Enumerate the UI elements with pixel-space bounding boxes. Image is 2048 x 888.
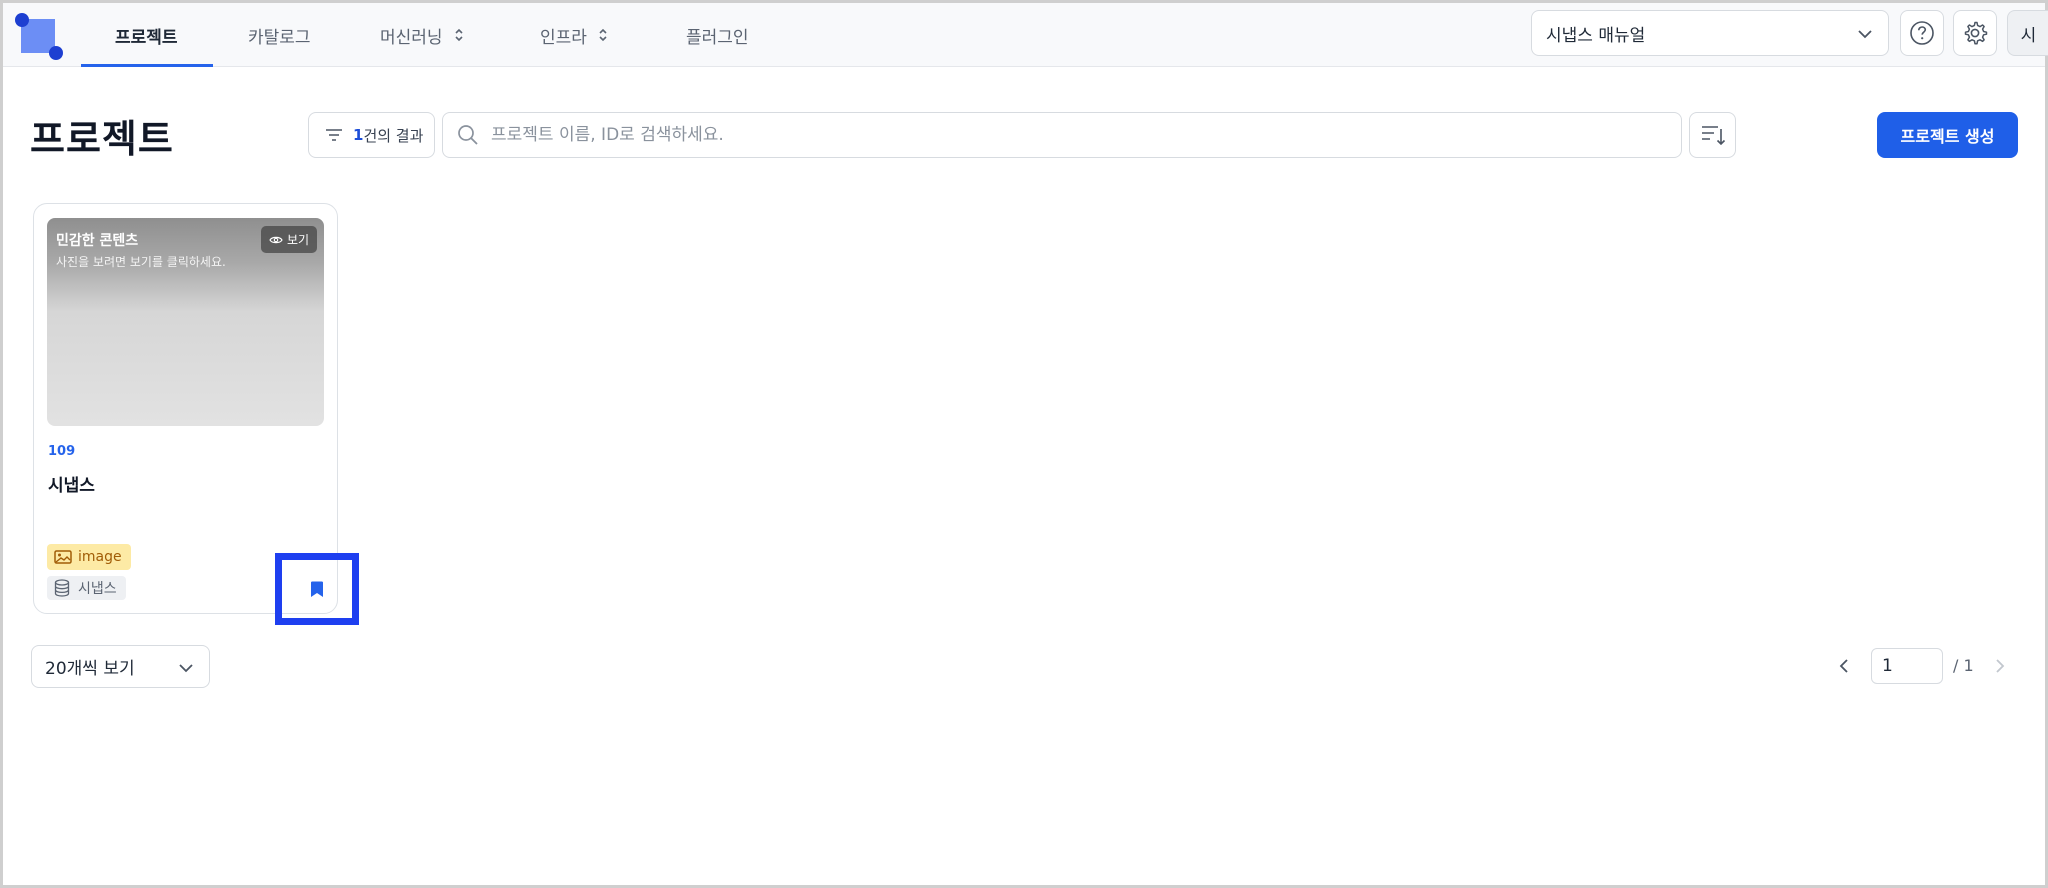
total-pages: / 1 bbox=[1953, 656, 1974, 675]
nav-item-infra[interactable]: 인프라 bbox=[540, 3, 609, 67]
create-project-button[interactable]: 프로젝트 생성 bbox=[1877, 112, 2018, 158]
eye-icon bbox=[269, 236, 283, 243]
filter-icon bbox=[326, 129, 342, 141]
project-id: 109 bbox=[48, 444, 76, 459]
type-tag-label: image bbox=[78, 549, 122, 565]
help-button[interactable] bbox=[1900, 10, 1944, 56]
logo-dot-bottom bbox=[49, 46, 63, 60]
nav-item-plugins[interactable]: 플러그인 bbox=[686, 3, 749, 67]
chevron-right-icon bbox=[1996, 659, 2005, 673]
sensitive-content-hint: 사진을 보려면 보기를 클릭하세요. bbox=[56, 255, 226, 269]
chevron-down-icon bbox=[179, 664, 193, 673]
filter-button[interactable]: 1 건의 결과 bbox=[308, 112, 435, 158]
nav-item-projects[interactable]: 프로젝트 bbox=[115, 3, 178, 67]
nav-item-plugins-label: 플러그인 bbox=[686, 27, 749, 48]
gear-icon bbox=[1964, 21, 1988, 45]
settings-button[interactable] bbox=[1953, 10, 1997, 56]
manual-select[interactable]: 시냅스 매뉴얼 bbox=[1531, 10, 1889, 56]
chevron-down-icon bbox=[1858, 30, 1872, 39]
page-title: 프로젝트 bbox=[30, 117, 174, 161]
top-navigation-bar: 프로젝트 카탈로그 머신러닝 인프라 플러그인 시냅스 매뉴얼 시 bbox=[3, 3, 2048, 67]
bookmark-icon bbox=[311, 581, 323, 597]
image-icon bbox=[54, 550, 72, 564]
search-box[interactable] bbox=[442, 112, 1682, 158]
nav-item-projects-label: 프로젝트 bbox=[115, 27, 178, 48]
page-size-select[interactable]: 20개씩 보기 bbox=[31, 645, 210, 688]
nav-item-machine-learning[interactable]: 머신러닝 bbox=[380, 3, 465, 67]
result-suffix: 건의 결과 bbox=[363, 126, 424, 145]
bookmark-button[interactable] bbox=[275, 553, 359, 625]
view-button[interactable]: 보기 bbox=[261, 226, 317, 253]
dataset-tag-label: 시냅스 bbox=[78, 581, 117, 597]
chevron-up-down-icon bbox=[454, 28, 463, 42]
database-icon bbox=[54, 579, 70, 597]
nav-item-catalog[interactable]: 카탈로그 bbox=[248, 3, 311, 67]
dataset-tag: 시냅스 bbox=[47, 576, 126, 600]
search-input[interactable] bbox=[491, 125, 1641, 145]
avatar-initial: 시 bbox=[2020, 25, 2037, 46]
sensitive-content-title: 민감한 콘텐츠 bbox=[56, 233, 139, 249]
app-logo[interactable] bbox=[15, 13, 63, 60]
chevron-left-icon bbox=[1839, 659, 1848, 673]
type-tag: image bbox=[47, 544, 131, 570]
next-page-button[interactable] bbox=[1988, 652, 2012, 680]
avatar[interactable]: 시 bbox=[2007, 10, 2048, 56]
manual-select-value: 시냅스 매뉴얼 bbox=[1546, 25, 1646, 46]
logo-dot-top bbox=[15, 13, 29, 27]
nav-item-infra-label: 인프라 bbox=[540, 27, 587, 48]
nav-item-catalog-label: 카탈로그 bbox=[248, 27, 311, 48]
view-button-label: 보기 bbox=[286, 233, 310, 247]
search-icon bbox=[458, 125, 478, 145]
project-thumbnail: 민감한 콘텐츠 사진을 보려면 보기를 클릭하세요. 보기 bbox=[47, 218, 324, 426]
project-name: 시냅스 bbox=[48, 476, 95, 496]
nav-item-ml-label: 머신러닝 bbox=[380, 27, 443, 48]
page-number-input[interactable] bbox=[1871, 648, 1943, 684]
active-tab-indicator bbox=[81, 64, 213, 67]
help-icon bbox=[1910, 21, 1934, 45]
chevron-up-down-icon bbox=[599, 28, 607, 42]
sort-button[interactable] bbox=[1689, 112, 1736, 158]
page-size-value: 20개씩 보기 bbox=[45, 659, 135, 679]
sort-icon bbox=[1701, 126, 1725, 146]
result-count: 1 bbox=[353, 126, 364, 144]
prev-page-button[interactable] bbox=[1832, 652, 1856, 680]
